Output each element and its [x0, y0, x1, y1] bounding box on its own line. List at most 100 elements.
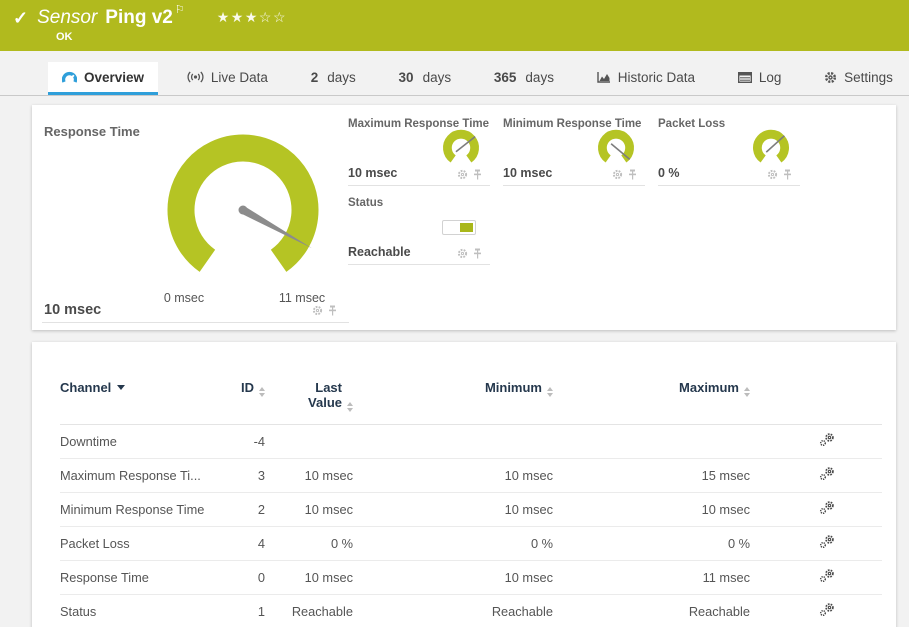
sort-icon	[259, 387, 265, 397]
channel-settings-icon[interactable]	[819, 500, 836, 515]
sensor-header: ✓ Sensor Ping v2 ⚐ ★★★☆☆ OK	[0, 0, 909, 51]
min-response-time-gauge-block: Minimum Response Time 10 msec	[503, 118, 645, 186]
channel-settings-icon[interactable]	[819, 432, 836, 447]
tab-2-days[interactable]: 2 days	[297, 62, 370, 95]
tab-30-days[interactable]: 30 days	[385, 62, 466, 95]
channel-settings-icon[interactable]	[819, 568, 836, 583]
sort-desc-icon	[117, 385, 125, 390]
channels-panel: Channel ID Last Value Minimum Maximum	[32, 342, 896, 627]
tab-label: days	[423, 70, 452, 85]
max-response-time-gauge-block: Maximum Response Time 10 msec	[348, 118, 490, 186]
tab-overview[interactable]: Overview	[48, 62, 158, 95]
tab-label: Live Data	[211, 70, 268, 85]
channel-minimum: 10 msec	[353, 560, 553, 594]
gauge-value: 10 msec	[348, 166, 397, 180]
header-label: ID	[241, 380, 254, 395]
table-row: Minimum Response Time 2 10 msec 10 msec …	[60, 492, 882, 526]
tab-bar: Overview Live Data 2 days 30 days 365 da…	[0, 62, 909, 96]
sensor-name: Ping v2	[105, 7, 173, 29]
channel-id: 3	[220, 458, 265, 492]
prtg-sensor-page: { "header": { "check_icon": "✓", "kind_l…	[0, 0, 909, 627]
channel-last-value: Reachable	[265, 594, 353, 627]
tab-number: 365	[494, 70, 517, 85]
flag-icon[interactable]: ⚐	[175, 3, 185, 16]
sort-icon	[547, 387, 553, 397]
gauge-value: 10 msec	[44, 302, 101, 318]
header-label: Channel	[60, 380, 111, 395]
gauge-value: 0 %	[658, 166, 680, 180]
header-label: Minimum	[485, 380, 542, 395]
channel-id: -4	[220, 424, 265, 458]
gauge-gear-icon[interactable]	[457, 248, 468, 259]
gauge-gear-icon[interactable]	[312, 305, 323, 316]
gear-icon	[824, 71, 837, 84]
pin-icon[interactable]	[473, 169, 482, 180]
gauge-gear-icon[interactable]	[612, 169, 623, 180]
max-response-time-gauge	[437, 127, 485, 175]
status-block: Status Reachable	[348, 197, 490, 265]
priority-stars[interactable]: ★★★☆☆	[217, 7, 287, 27]
pin-icon[interactable]	[783, 169, 792, 180]
tab-live-data[interactable]: Live Data	[173, 62, 282, 95]
channel-name: Maximum Response Ti...	[60, 458, 220, 492]
tab-number: 2	[311, 70, 319, 85]
channel-last-value: 0 %	[265, 526, 353, 560]
log-list-icon	[738, 72, 752, 83]
channel-id: 1	[220, 594, 265, 627]
tab-settings[interactable]: Settings	[810, 62, 907, 95]
gauge-title: Status	[348, 197, 490, 209]
header-settings	[750, 380, 882, 424]
channels-table: Channel ID Last Value Minimum Maximum	[60, 380, 882, 627]
table-row: Response Time 0 10 msec 10 msec 11 msec	[60, 560, 882, 594]
table-row: Maximum Response Ti... 3 10 msec 10 msec…	[60, 458, 882, 492]
tab-log[interactable]: Log	[724, 62, 796, 95]
header-minimum[interactable]: Minimum	[353, 380, 553, 424]
response-time-gauge: 0 msec 11 msec	[128, 118, 358, 308]
tab-label: days	[327, 70, 356, 85]
channel-name: Minimum Response Time	[60, 492, 220, 526]
channel-name: Downtime	[60, 424, 220, 458]
pin-icon[interactable]	[628, 169, 637, 180]
packet-loss-gauge	[747, 127, 795, 175]
header-maximum[interactable]: Maximum	[553, 380, 750, 424]
sort-icon	[347, 402, 353, 412]
object-kind-label: Sensor	[37, 7, 97, 29]
gauge-scale-min: 0 msec	[164, 291, 204, 305]
channel-minimum: Reachable	[353, 594, 553, 627]
mini-gauge-grid: Maximum Response Time 10 msec Minimum Re…	[348, 118, 800, 265]
tab-label: Log	[759, 70, 782, 85]
gauge-title: Response Time	[44, 124, 140, 139]
gauge-value: Reachable	[348, 245, 411, 259]
table-row: Downtime -4	[60, 424, 882, 458]
gauge-icon	[62, 71, 77, 84]
channel-name: Packet Loss	[60, 526, 220, 560]
status-toggle	[442, 220, 476, 235]
pin-icon[interactable]	[328, 305, 337, 316]
channel-settings-icon[interactable]	[819, 602, 836, 617]
table-header-row: Channel ID Last Value Minimum Maximum	[60, 380, 882, 424]
tab-historic-data[interactable]: Historic Data	[583, 62, 709, 95]
header-id[interactable]: ID	[220, 380, 265, 424]
channel-last-value: 10 msec	[265, 560, 353, 594]
channel-id: 0	[220, 560, 265, 594]
gauge-gear-icon[interactable]	[767, 169, 778, 180]
channel-maximum: 11 msec	[553, 560, 750, 594]
sensor-status-badge: OK	[56, 31, 909, 43]
gauge-gear-icon[interactable]	[457, 169, 468, 180]
sort-icon	[744, 387, 750, 397]
channel-maximum: 15 msec	[553, 458, 750, 492]
tab-365-days[interactable]: 365 days	[480, 62, 568, 95]
channel-minimum: 0 %	[353, 526, 553, 560]
tab-label: days	[525, 70, 554, 85]
header-last-value[interactable]: Last Value	[265, 380, 353, 424]
channel-settings-icon[interactable]	[819, 534, 836, 549]
channel-name: Response Time	[60, 560, 220, 594]
pin-icon[interactable]	[473, 248, 482, 259]
channel-id: 4	[220, 526, 265, 560]
header-channel[interactable]: Channel	[60, 380, 220, 424]
tab-label: Settings	[844, 70, 893, 85]
signal-icon	[187, 71, 204, 83]
channel-settings-icon[interactable]	[819, 466, 836, 481]
area-chart-icon	[597, 71, 611, 83]
response-time-gauge-block: Response Time 0 msec 11 msec 10 msec	[42, 118, 349, 323]
